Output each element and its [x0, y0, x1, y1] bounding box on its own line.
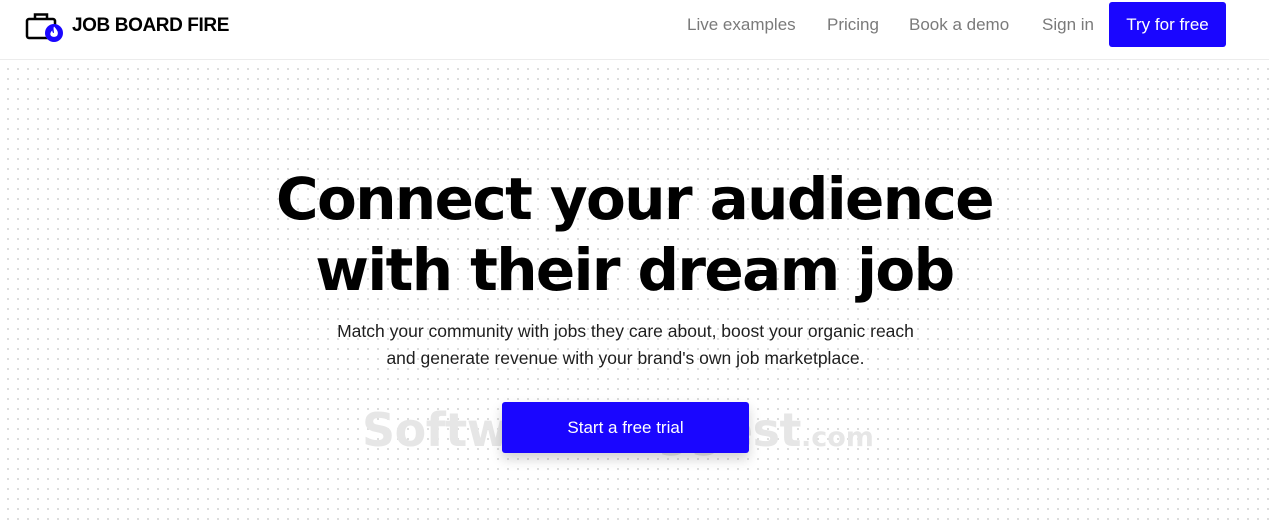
nav-sign-in-link[interactable]: Sign in [1042, 15, 1094, 35]
start-free-trial-button[interactable]: Start a free trial [502, 402, 749, 453]
hero-headline-line: Connect your audience [276, 165, 995, 233]
watermark-tld-text: .com [800, 422, 874, 453]
brand-name: JOB BOARD FIRE [72, 15, 229, 36]
hero-subtext-line: and generate revenue with your brand's o… [386, 348, 865, 368]
try-for-free-button[interactable]: Try for free [1109, 2, 1226, 47]
hero-headline-line: with their dream job [315, 236, 955, 304]
hero-subtext-line: Match your community with jobs they care… [337, 321, 914, 341]
hero-section: Connect your audience with their dream j… [0, 61, 1269, 525]
nav-live-examples-link[interactable]: Live examples [687, 15, 796, 35]
nav-pricing-link[interactable]: Pricing [827, 15, 879, 35]
hero-headline: Connect your audience with their dream j… [0, 164, 1269, 306]
hero-subtext: Match your community with jobs they care… [0, 318, 1251, 372]
briefcase-flame-icon [25, 13, 63, 42]
nav-book-demo-link[interactable]: Book a demo [909, 15, 1009, 35]
top-navbar: JOB BOARD FIRE Live examples Pricing Boo… [0, 0, 1269, 60]
brand-logo-link[interactable]: JOB BOARD FIRE [25, 10, 229, 42]
